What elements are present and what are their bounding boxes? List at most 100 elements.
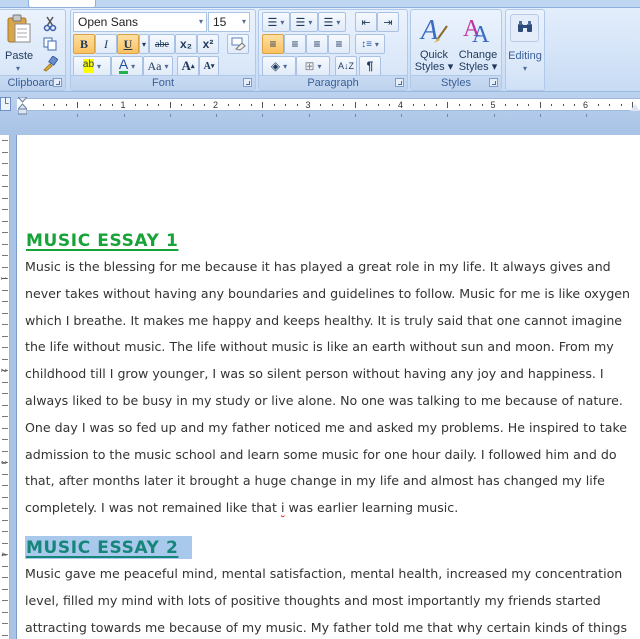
grow-font-button[interactable]: A ▴ (177, 56, 199, 76)
change-styles-button[interactable]: A A Change Styles ▾ (455, 12, 501, 74)
ruler-dot (331, 104, 333, 106)
quick-styles-label-line2: Styles ▾ (414, 61, 454, 73)
underline-button[interactable]: U (117, 34, 139, 54)
vertical-ruler-tick (2, 485, 8, 486)
subscript-button[interactable]: x₂ (175, 34, 197, 54)
paste-dropdown-arrow-icon[interactable]: ▾ (5, 63, 31, 75)
font-color-button[interactable]: A (111, 56, 143, 76)
paste-button[interactable]: Paste ▾ (2, 12, 33, 75)
clipboard-group: Paste ▾ Clipboard (0, 9, 66, 91)
bold-button[interactable]: B (73, 34, 95, 54)
numbering-button[interactable]: ☰ (290, 12, 318, 32)
align-center-button[interactable]: ≡ (284, 34, 306, 54)
superscript-button[interactable]: x² (197, 34, 219, 54)
ruler-dot (192, 104, 194, 106)
vertical-ruler-tick (2, 450, 8, 452)
default-tab-stop (586, 114, 587, 117)
vertical-ruler-tick (2, 347, 8, 348)
document-body[interactable]: MUSIC ESSAY 1 Music is the blessing for … (25, 229, 640, 639)
align-left-button[interactable]: ≡ (262, 34, 284, 54)
underline-label: U (123, 36, 133, 51)
styles-dialog-launcher[interactable] (489, 78, 498, 87)
ruler-dot (146, 104, 148, 106)
essay-1-line: One day I was so fed up and my father no… (25, 419, 628, 435)
ruler-dot (273, 104, 275, 106)
tab-selector-button[interactable]: └ (0, 97, 11, 111)
editing-button[interactable]: Editing ▾ (506, 12, 544, 76)
vertical-ruler-tick (2, 404, 8, 406)
align-right-button[interactable]: ≡ (306, 34, 328, 54)
clipboard-dialog-launcher[interactable] (53, 78, 62, 87)
vertical-ruler[interactable]: 1 2 3 4 (0, 135, 10, 639)
paragraph-dialog-launcher[interactable] (395, 78, 404, 87)
strikethrough-button[interactable]: abe (149, 34, 175, 54)
eraser-icon (231, 37, 246, 51)
right-indent-handle[interactable] (630, 104, 640, 111)
ruler-dot (42, 104, 44, 106)
essay-2-line: Music gave me peaceful mind, mental sati… (25, 565, 623, 581)
bullets-button[interactable]: ☰ (262, 12, 290, 32)
vertical-ruler-number: 1 (0, 276, 7, 281)
font-name-value: Open Sans (78, 15, 139, 29)
essay-1-last-line-start: completely. I was not remained like that (25, 500, 281, 516)
ruler-dot (412, 104, 414, 106)
increase-indent-button[interactable]: ⇥ (377, 12, 399, 32)
quick-styles-button[interactable]: A Quick Styles ▾ (413, 12, 455, 74)
format-painter-icon[interactable] (42, 56, 58, 72)
italic-button[interactable]: I (95, 34, 117, 54)
font-group: Open Sans ▾ 15 ▾ B I U ▾ abe x₂ x² ab A … (70, 9, 256, 91)
sort-button[interactable]: A↓Z (335, 56, 357, 76)
highlight-color-button[interactable]: ab (73, 56, 111, 76)
underline-dropdown[interactable]: ▾ (139, 34, 149, 54)
ruler-half-tick (539, 102, 541, 108)
styles-group-label: Styles (411, 75, 501, 90)
scissors-icon[interactable] (43, 16, 57, 32)
multilevel-list-icon: ☰ (323, 16, 334, 29)
vertical-ruler-tick (2, 542, 8, 544)
show-marks-button[interactable]: ¶ (359, 56, 381, 76)
ruler-number: 6 (583, 100, 589, 110)
copy-icon[interactable] (43, 37, 57, 51)
vertical-ruler-tick (2, 508, 8, 509)
font-name-select[interactable]: Open Sans ▾ (73, 12, 207, 32)
vertical-ruler-tick (2, 140, 8, 141)
sort-icon: A↓Z (337, 61, 354, 71)
ruler-dot (551, 104, 553, 106)
multilevel-list-button[interactable]: ☰ (318, 12, 346, 32)
essay-1-line: which I breathe. It makes me happy and k… (25, 312, 623, 328)
justify-button[interactable]: ≡ (328, 34, 350, 54)
default-tab-stop (354, 114, 356, 117)
ruler-dot (111, 104, 113, 106)
ruler-dot (250, 104, 252, 106)
font-dialog-launcher[interactable] (243, 78, 252, 87)
paint-bucket-icon: ◈ (270, 59, 281, 73)
ruler-dot (181, 104, 183, 106)
line-spacing-button[interactable]: ↕≡ (355, 34, 385, 54)
font-size-select[interactable]: 15 ▾ (208, 12, 250, 32)
clear-formatting-button[interactable] (227, 34, 249, 54)
decrease-indent-button[interactable]: ⇤ (355, 12, 377, 32)
align-right-icon: ≡ (313, 37, 321, 51)
ruler-dot (435, 104, 437, 106)
bold-label: B (79, 36, 88, 51)
vertical-ruler-tick (2, 577, 8, 578)
vertical-ruler-tick (2, 289, 8, 291)
shrink-font-button[interactable]: A ▾ (199, 56, 219, 76)
ruler-dot (528, 104, 530, 106)
vertical-ruler-tick (2, 439, 8, 440)
ruler-number: 4 (398, 100, 404, 110)
essay-2-heading-selected[interactable]: MUSIC ESSAY 2 (25, 535, 193, 559)
ruler-half-tick (169, 102, 171, 108)
shading-button[interactable]: ◈ (262, 56, 296, 76)
horizontal-ruler[interactable]: 1 2 3 4 5 6 (17, 98, 640, 111)
ruler-number: 3 (305, 100, 311, 110)
indent-markers-handle[interactable] (18, 97, 27, 115)
vertical-ruler-tick (2, 174, 8, 176)
change-case-button[interactable]: Aa (143, 56, 173, 76)
tab-home[interactable] (28, 0, 96, 8)
ruler-dot (562, 104, 564, 106)
document-page[interactable]: MUSIC ESSAY 1 Music is the blessing for … (16, 135, 640, 639)
borders-button[interactable]: ⊞ (296, 56, 330, 76)
ruler-dot (158, 104, 160, 106)
quick-styles-icon: A (419, 15, 448, 44)
